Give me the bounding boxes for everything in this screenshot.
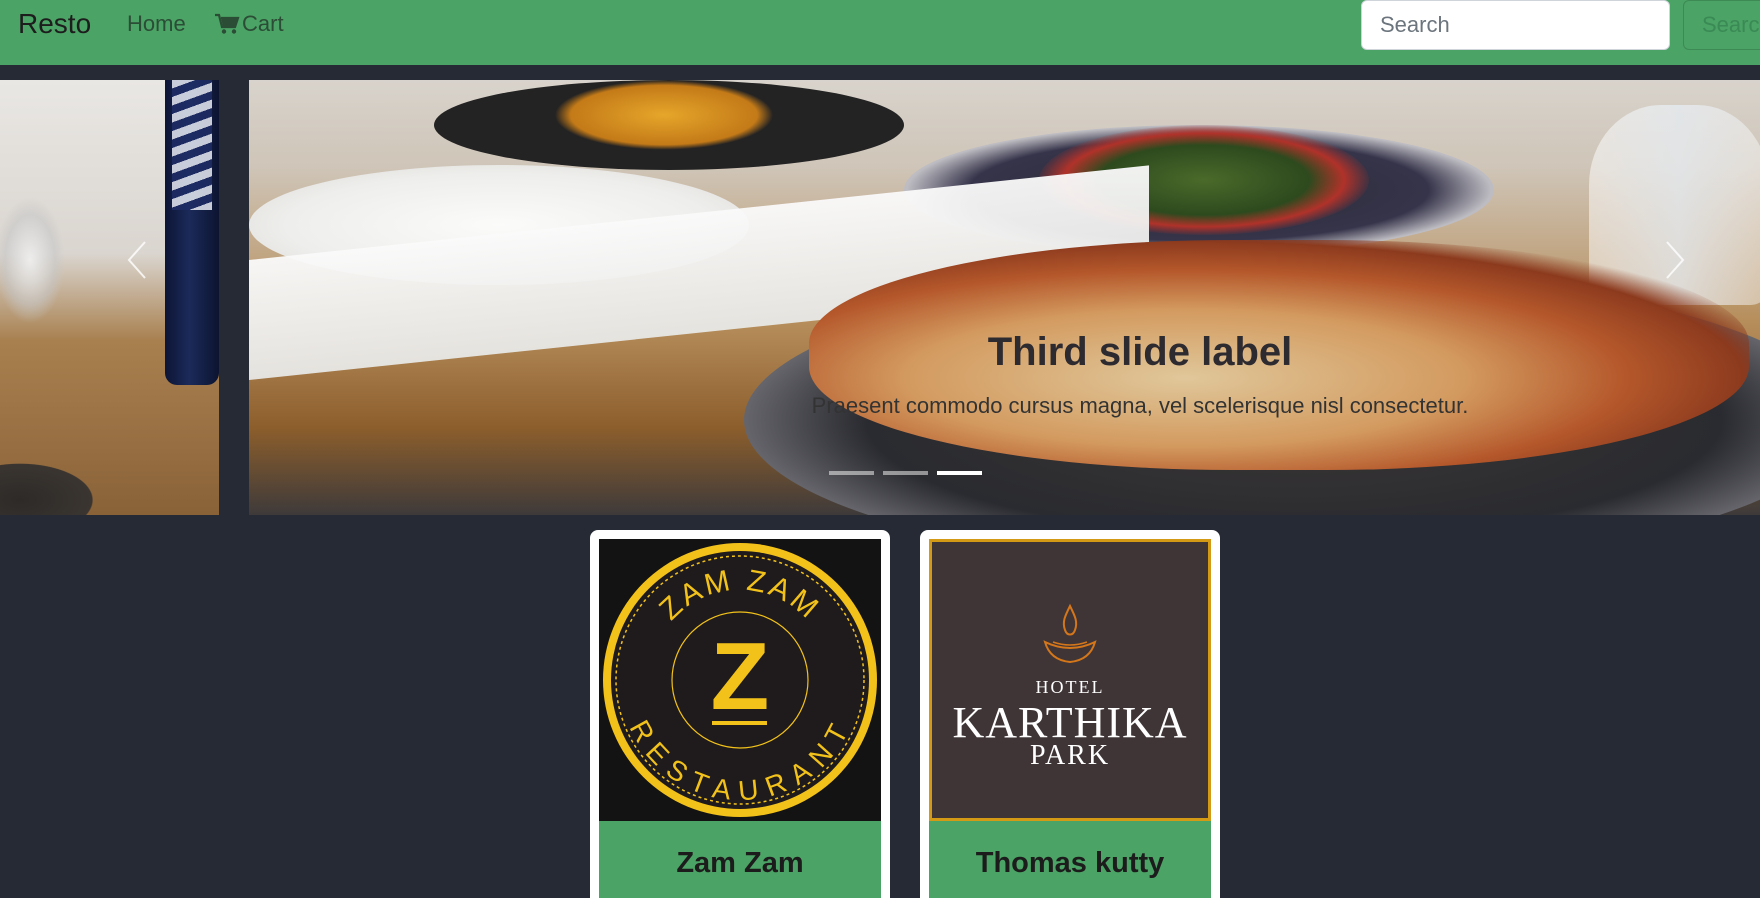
diya-lamp-icon [1043, 603, 1097, 664]
carousel-caption-title: Third slide label [987, 330, 1293, 374]
carousel-slide-active [249, 80, 1760, 515]
carousel-caption-text: Praesent commodo cursus magna, vel scele… [811, 393, 1469, 418]
karthika-logo-line3: PARK [1029, 740, 1111, 771]
carousel-indicators [829, 471, 982, 475]
carousel: Third slide label Praesent commodo cursu… [0, 80, 1760, 515]
zam-zam-logo: ZAM ZAM RESTAURANT Z [599, 539, 881, 821]
restaurant-card-title: Thomas kutty [929, 821, 1211, 898]
chevron-left-icon [127, 241, 146, 279]
carousel-indicator-3[interactable] [937, 471, 982, 475]
restaurant-card[interactable]: HOTEL KARTHIKA PARK Thomas kutty [920, 530, 1220, 898]
bottle-label-image [172, 80, 212, 210]
carousel-indicator-1[interactable] [829, 471, 874, 475]
carousel-indicator-2[interactable] [883, 471, 928, 475]
zam-zam-logo-monogram: Z [711, 623, 770, 730]
nav-cart-link[interactable]: Cart [215, 11, 284, 37]
search-button[interactable]: Search [1683, 0, 1760, 50]
nav-cart-label: Cart [242, 11, 284, 36]
restaurant-card[interactable]: ZAM ZAM RESTAURANT Z Zam Zam [590, 530, 890, 898]
search-input[interactable] [1361, 0, 1670, 50]
nav-home-link[interactable]: Home [127, 11, 186, 37]
karthika-park-logo: HOTEL KARTHIKA PARK [929, 539, 1211, 821]
karthika-logo-line1: HOTEL [1035, 677, 1105, 697]
cart-icon [215, 13, 240, 34]
zam-zam-logo-image: ZAM ZAM RESTAURANT Z [603, 543, 877, 817]
carousel-caption: Third slide label Praesent commodo cursu… [700, 330, 1580, 419]
navbar: Resto Home Cart Search [0, 0, 1760, 65]
restaurant-card-title: Zam Zam [599, 821, 881, 898]
carousel-next-button[interactable] [1650, 230, 1700, 290]
chevron-right-icon [1666, 241, 1685, 279]
carousel-slide-previous [0, 80, 219, 515]
nav-home-label: Home [127, 11, 186, 36]
brand-link[interactable]: Resto [18, 8, 91, 40]
carousel-prev-button[interactable] [112, 230, 162, 290]
